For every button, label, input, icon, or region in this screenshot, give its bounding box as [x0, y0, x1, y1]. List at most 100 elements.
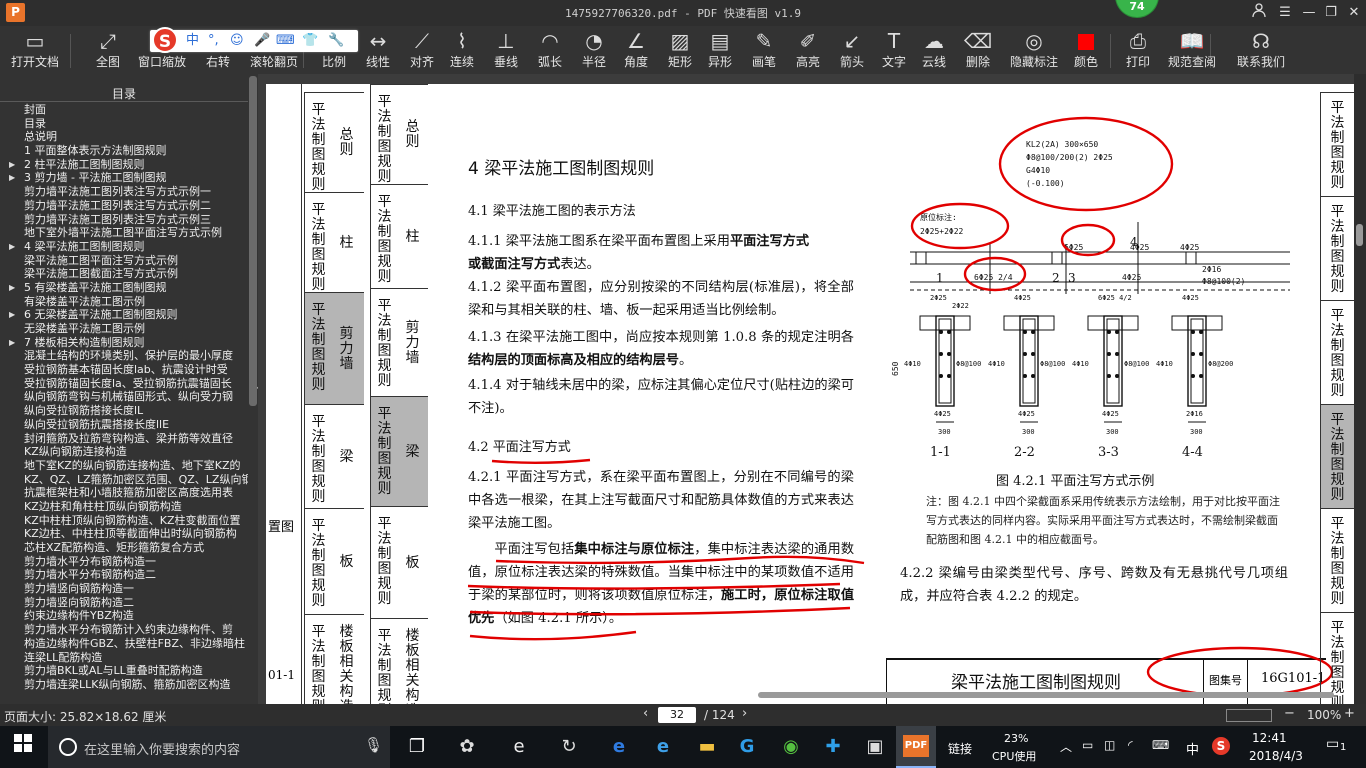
toc-item[interactable]: ▶ 7 楼板相关构造制图规则: [0, 336, 248, 350]
edge-chapter-tab[interactable]: 平法制图规则: [1320, 300, 1354, 404]
radius-button[interactable]: ◔ 半径: [574, 26, 614, 74]
toc-item[interactable]: 受拉钢筋锚固长度la、受拉钢筋抗震锚固长: [0, 377, 248, 391]
ime-skin-icon[interactable]: 👕: [302, 32, 318, 50]
page-number-input[interactable]: 32: [658, 707, 696, 723]
network-icon[interactable]: ◫: [1104, 738, 1115, 752]
chapter-tab[interactable]: 平法制图规则 剪力墙: [304, 292, 364, 404]
toc-item[interactable]: 受拉钢筋基本锚固长度lab、抗震设计时受: [0, 363, 248, 377]
clock-time[interactable]: 12:41: [1252, 731, 1287, 745]
tray-up-icon[interactable]: ︿: [1060, 738, 1072, 755]
zoom-level[interactable]: 100%: [1307, 708, 1341, 722]
rectangle-button[interactable]: ▨ 矩形: [660, 26, 700, 74]
toc-item[interactable]: ▶ 2 柱平法施工图制图规则: [0, 158, 248, 172]
chapter-tab[interactable]: 平法制图规则柱: [304, 192, 364, 293]
toc-item[interactable]: 剪力墙平法施工图列表注写方式示例三: [0, 213, 248, 227]
toc-item[interactable]: 封面: [0, 103, 248, 117]
chapter-tab[interactable]: 平法制图规则 剪力墙: [370, 288, 428, 396]
toc-item[interactable]: KZ纵向钢筋连接构造: [0, 445, 248, 459]
ime-tools-icon[interactable]: 🔧: [328, 32, 344, 50]
ime-punct-icon[interactable]: °,: [208, 32, 219, 50]
file-explorer-icon[interactable]: ▬: [694, 734, 720, 760]
chapter-tab[interactable]: 平法制图规则楼板相关构造: [370, 618, 428, 704]
edge-chapter-tab[interactable]: 平法制图规则: [1320, 404, 1354, 508]
toc-item[interactable]: 剪力墙水平分布钢筋计入约束边缘构件、剪: [0, 623, 248, 637]
vertical-scrollbar[interactable]: [1354, 74, 1366, 704]
toc-scrollbar[interactable]: [249, 76, 257, 406]
ie-icon[interactable]: e: [650, 734, 676, 760]
next-page-icon[interactable]: ›: [742, 706, 747, 721]
toc-item[interactable]: 剪力墙竖向钢筋构造一: [0, 582, 248, 596]
plus-app-icon[interactable]: ✚: [820, 734, 846, 760]
toc-item[interactable]: KZ边柱和角柱柱顶纵向钢筋构造: [0, 500, 248, 514]
toc-item[interactable]: 梁平法施工图截面注写方式示例: [0, 267, 248, 281]
toc-item[interactable]: ▶ 5 有梁楼盖平法施工图制图规: [0, 281, 248, 295]
align-button[interactable]: ⟋ 对齐: [402, 26, 442, 74]
maximize-icon[interactable]: ❐: [1320, 3, 1342, 23]
view-mode-icon[interactable]: [1226, 709, 1272, 722]
toc-item[interactable]: KZ中柱柱顶纵向钢筋构造、KZ柱变截面位置: [0, 514, 248, 528]
perpendicular-button[interactable]: ⊥ 垂线: [486, 26, 526, 74]
toc-item[interactable]: 梁平法施工图平面注写方式示例: [0, 254, 248, 268]
arc-length-button[interactable]: ◠ 弧长: [530, 26, 570, 74]
continuous-button[interactable]: ⌇ 连续: [442, 26, 482, 74]
refresh-app-icon[interactable]: ↻: [556, 734, 582, 760]
cloud-line-button[interactable]: ☁ 云线: [914, 26, 954, 74]
ime-voice-icon[interactable]: 🎤: [254, 32, 270, 50]
menu-icon[interactable]: ☰: [1274, 3, 1296, 23]
expand-arrow-icon[interactable]: ▶: [9, 240, 15, 254]
toc-item[interactable]: 混凝土结构的环境类别、保护层的最小厚度: [0, 349, 248, 363]
clipboard-app-icon[interactable]: ▣: [862, 734, 888, 760]
toc-item[interactable]: 地下室外墙平法施工图平面注写方式示例: [0, 226, 248, 240]
toc-item[interactable]: 有梁楼盖平法施工图示例: [0, 295, 248, 309]
prev-page-icon[interactable]: ‹: [643, 706, 648, 721]
toc-item[interactable]: 纵向受拉钢筋抗震搭接长度llE: [0, 418, 248, 432]
user-icon[interactable]: [1248, 3, 1270, 23]
chapter-tab[interactable]: 平法制图规则板: [304, 508, 364, 614]
ime-emoji-icon[interactable]: ☺: [230, 32, 244, 50]
chapter-tab[interactable]: 平法制图规则板: [370, 506, 428, 618]
toc-item[interactable]: ▶ 6 无梁楼盖平法施工图制图规则: [0, 308, 248, 322]
edge-chapter-tab[interactable]: 平法制图规则: [1320, 612, 1354, 704]
chapter-tab[interactable]: 平法制图规则 总则: [370, 84, 428, 185]
ime-toolbar[interactable]: S 中 °, ☺ 🎤 ⌨ 👕 🔧: [150, 27, 358, 53]
sogou-tray-icon[interactable]: S: [1212, 737, 1230, 755]
expand-arrow-icon[interactable]: ▶: [9, 281, 15, 295]
toc-item[interactable]: 剪力墙BKL或AL与LL重叠时配筋构造: [0, 664, 248, 678]
toc-item[interactable]: 剪力墙平法施工图列表注写方式示例一: [0, 185, 248, 199]
wifi-icon[interactable]: ◜: [1128, 738, 1133, 752]
toc-item[interactable]: 无梁楼盖平法施工图示例: [0, 322, 248, 336]
toc-item[interactable]: 目录: [0, 117, 248, 131]
horizontal-scrollbar[interactable]: [758, 692, 1334, 698]
taskbar-search[interactable]: 在这里输入你要搜索的内容 🎙: [48, 726, 390, 768]
keyboard-icon[interactable]: ⌨: [1152, 738, 1169, 752]
full-view-button[interactable]: ⤢ 全图: [88, 26, 128, 74]
chapter-tab[interactable]: 平法制图规则梁: [370, 396, 428, 506]
open-document-button[interactable]: ▭ 打开文档: [4, 26, 66, 74]
toc-item[interactable]: 连梁LL配筋构造: [0, 651, 248, 665]
irregular-button[interactable]: ▤ 异形: [700, 26, 740, 74]
toc-item[interactable]: 剪力墙平法施工图列表注写方式示例二: [0, 199, 248, 213]
toc-item[interactable]: 剪力墙连梁LLK纵向钢筋、箍筋加密区构造: [0, 678, 248, 692]
chapter-tab[interactable]: 平法制图规则楼板相关构造: [304, 614, 364, 704]
notification-icon[interactable]: ▭: [1326, 736, 1339, 752]
battery-icon[interactable]: ▭: [1082, 738, 1093, 752]
qihoo-icon[interactable]: ◉: [778, 734, 804, 760]
toc-item[interactable]: KZ、QZ、LZ箍筋加密区范围、QZ、LZ纵向钢: [0, 473, 248, 487]
chapter-tab[interactable]: 平法制图规则梁: [304, 404, 364, 508]
toc-item[interactable]: 约束边缘构件YBZ构造: [0, 609, 248, 623]
toc-item[interactable]: ▶ 4 梁平法施工图制图规则: [0, 240, 248, 254]
chapter-tab[interactable]: 平法制图规则 总则: [304, 92, 364, 193]
hide-marks-button[interactable]: ◎ 隐藏标注: [1002, 26, 1066, 74]
edge-chapter-tab[interactable]: 平法制图规则: [1320, 92, 1354, 196]
contact-us-button[interactable]: ☊ 联系我们: [1228, 26, 1294, 74]
toc-item[interactable]: 地下室KZ的纵向钢筋连接构造、地下室KZ的: [0, 459, 248, 473]
toc-item[interactable]: 剪力墙竖向钢筋构造二: [0, 596, 248, 610]
toc-item[interactable]: 构造边缘构件GBZ、扶壁柱FBZ、非边缘暗柱: [0, 637, 248, 651]
close-icon[interactable]: ✕: [1343, 3, 1365, 23]
zoom-in-icon[interactable]: +: [1344, 706, 1355, 721]
edge-chapter-tab[interactable]: 平法制图规则: [1320, 508, 1354, 612]
ime-indicator[interactable]: 中: [1186, 739, 1199, 758]
toc-item[interactable]: 封闭箍筋及拉筋弯钩构造、梁并筋等效直径: [0, 432, 248, 446]
edge-icon[interactable]: e: [606, 734, 632, 760]
windows-start-icon[interactable]: [10, 734, 36, 760]
